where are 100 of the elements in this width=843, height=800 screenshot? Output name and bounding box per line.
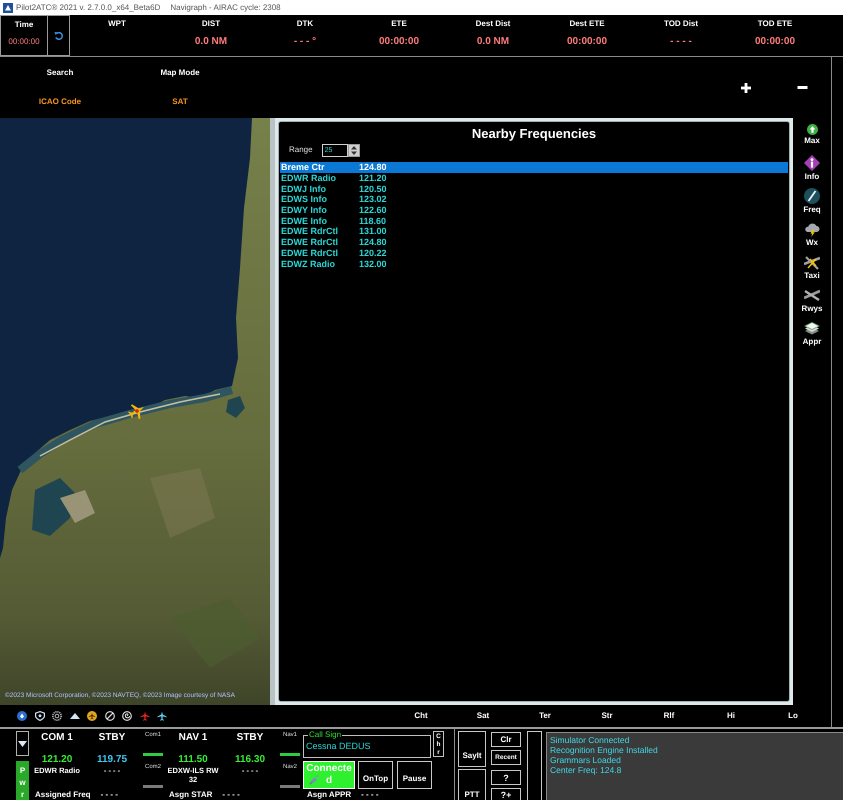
radio-label: STBY bbox=[98, 732, 126, 744]
frequency-list-item[interactable]: EDWE RdrCtl 124.80 bbox=[280, 236, 788, 248]
assignment-value: - - - - bbox=[222, 790, 240, 800]
help-more-button[interactable]: ?+ bbox=[491, 788, 521, 800]
layer-button[interactable]: Lo bbox=[762, 711, 824, 721]
airac-cycle: Navigraph - AIRAC cycle: 2308 bbox=[170, 2, 281, 14]
radio-frequency[interactable]: 119.75 bbox=[96, 754, 128, 766]
layer-button[interactable]: Sat bbox=[452, 711, 514, 721]
frequency-list-item[interactable]: EDWJ Info 120.50 bbox=[280, 183, 788, 194]
up-down-arrows-icon bbox=[350, 146, 357, 154]
info-value: 0.0 NM bbox=[476, 36, 510, 48]
switch-indicator[interactable] bbox=[280, 785, 300, 788]
refresh-button[interactable] bbox=[48, 15, 70, 56]
assignment-label: Assigned Freq bbox=[35, 790, 91, 800]
range-label: Range bbox=[289, 145, 313, 155]
layer-button[interactable]: Str bbox=[576, 711, 638, 721]
frequency-list-item[interactable]: Breme Ctr 124.80 bbox=[280, 162, 788, 173]
assignment-label: Asgn STAR bbox=[169, 790, 212, 800]
search-label: Search bbox=[46, 68, 74, 78]
status-message: Simulator Connected bbox=[550, 735, 630, 745]
slashed-circle-icon bbox=[804, 188, 820, 204]
radio-frequency[interactable]: 121.20 bbox=[42, 754, 72, 766]
tool-button[interactable]: Max bbox=[793, 118, 831, 151]
frequency-list-item[interactable]: EDWE RdrCtl 120.22 bbox=[280, 248, 788, 258]
info-icon bbox=[804, 154, 820, 170]
side-button[interactable] bbox=[527, 731, 542, 800]
search-mode-button[interactable]: ICAO Code bbox=[38, 97, 82, 107]
up-arrow-circle-icon bbox=[806, 124, 818, 135]
frequency-list-item[interactable]: EDWS Info 123.02 bbox=[280, 194, 788, 205]
shield-icon[interactable] bbox=[34, 711, 44, 721]
airplane-icon[interactable] bbox=[157, 711, 167, 721]
ptt-button[interactable]: PTT bbox=[458, 769, 486, 800]
frequency-list-item[interactable]: EDWY Info 122.60 bbox=[280, 204, 788, 216]
radio-frequency[interactable]: 116.30 bbox=[234, 754, 266, 766]
airplane-icon[interactable] bbox=[140, 711, 150, 721]
panel-button[interactable]: OnTop bbox=[358, 761, 393, 789]
plug-icon bbox=[308, 775, 319, 786]
tool-button[interactable]: Wx bbox=[793, 217, 831, 250]
layer-button[interactable]: Cht bbox=[390, 711, 452, 721]
tool-button[interactable]: Taxi bbox=[793, 250, 831, 283]
info-value: - - - - bbox=[670, 36, 692, 48]
switch-indicator[interactable] bbox=[280, 753, 300, 756]
info-value: - - - ° bbox=[294, 36, 316, 48]
panel-button[interactable]: Pause bbox=[397, 761, 432, 789]
zoom-out-button[interactable] bbox=[796, 85, 809, 90]
map-mode-label: Map Mode bbox=[160, 68, 200, 78]
radio-label: STBY bbox=[236, 732, 264, 744]
status-message: Grammars Loaded bbox=[550, 755, 622, 765]
tool-button[interactable]: Appr bbox=[793, 316, 831, 349]
switch-indicator[interactable] bbox=[143, 753, 163, 756]
layer-button[interactable]: Rlf bbox=[638, 711, 700, 721]
call-sign-label: Call Sign bbox=[308, 731, 342, 739]
stacked-plates-icon bbox=[804, 320, 820, 336]
radio-label: NAV 1 bbox=[178, 732, 208, 744]
status-message: Center Freq: 124.8 bbox=[550, 765, 622, 775]
frequency-list-item[interactable]: EDWE RdrCtl 131.00 bbox=[280, 226, 788, 237]
mountain-icon[interactable] bbox=[70, 713, 80, 719]
info-label: Dest ETE bbox=[569, 19, 605, 29]
info-label: DIST bbox=[202, 19, 220, 29]
info-value: 00:00:00 bbox=[566, 36, 608, 48]
info-label: TOD ETE bbox=[758, 19, 792, 29]
info-value: 00:00:00 bbox=[754, 36, 796, 48]
slashed-circle-icon[interactable] bbox=[104, 711, 114, 721]
frequency-list-item[interactable]: EDWE Info 118.60 bbox=[280, 215, 788, 226]
emblem-icon[interactable] bbox=[17, 711, 27, 721]
assignment-value: - - - - bbox=[100, 790, 118, 800]
assignment-value: - - - - bbox=[361, 790, 378, 800]
info-label: ETE bbox=[391, 19, 407, 29]
say-it-button[interactable]: SayIt bbox=[458, 731, 486, 767]
app-icon bbox=[3, 2, 13, 12]
time-label: Time bbox=[14, 20, 34, 30]
info-label: WPT bbox=[108, 19, 126, 29]
plus-icon bbox=[741, 82, 751, 92]
help-button[interactable]: ? bbox=[491, 770, 521, 785]
minus-icon bbox=[797, 86, 808, 89]
frequency-list-item[interactable]: EDWR Radio 121.20 bbox=[280, 172, 788, 184]
down-triangle-icon bbox=[18, 740, 27, 746]
clear-button[interactable]: Clr bbox=[491, 732, 521, 747]
info-value: 0.0 NM bbox=[194, 36, 228, 48]
tool-button[interactable]: Info bbox=[793, 151, 831, 184]
info-label: Dest Dist bbox=[476, 19, 510, 29]
window-title: Pilot2ATC® 2021 v. 2.7.0.0_x64_Beta6D bbox=[16, 2, 160, 14]
switch-indicator[interactable] bbox=[143, 785, 163, 788]
spiral-icon[interactable] bbox=[122, 711, 132, 721]
spin-button[interactable] bbox=[348, 144, 360, 156]
tool-button[interactable]: Freq bbox=[793, 184, 831, 217]
info-label: DTK bbox=[296, 19, 314, 29]
collapse-button[interactable] bbox=[16, 731, 29, 756]
airplane-circle-icon[interactable] bbox=[87, 711, 97, 721]
storm-cloud-icon bbox=[804, 220, 820, 236]
layer-button[interactable]: Hi bbox=[700, 711, 762, 721]
time-value: 00:00:00 bbox=[8, 37, 40, 47]
layer-button[interactable]: Ter bbox=[514, 711, 576, 721]
gear-icon[interactable] bbox=[52, 711, 62, 721]
zoom-in-button[interactable] bbox=[740, 82, 752, 94]
frequency-list-item[interactable]: EDWZ Radio 132.00 bbox=[280, 258, 788, 269]
status-message: Recognition Engine Installed bbox=[550, 745, 659, 755]
tool-button[interactable]: Rwys bbox=[793, 283, 831, 316]
radio-frequency[interactable]: 111.50 bbox=[178, 754, 208, 766]
map-mode-button[interactable]: SAT bbox=[172, 97, 188, 107]
